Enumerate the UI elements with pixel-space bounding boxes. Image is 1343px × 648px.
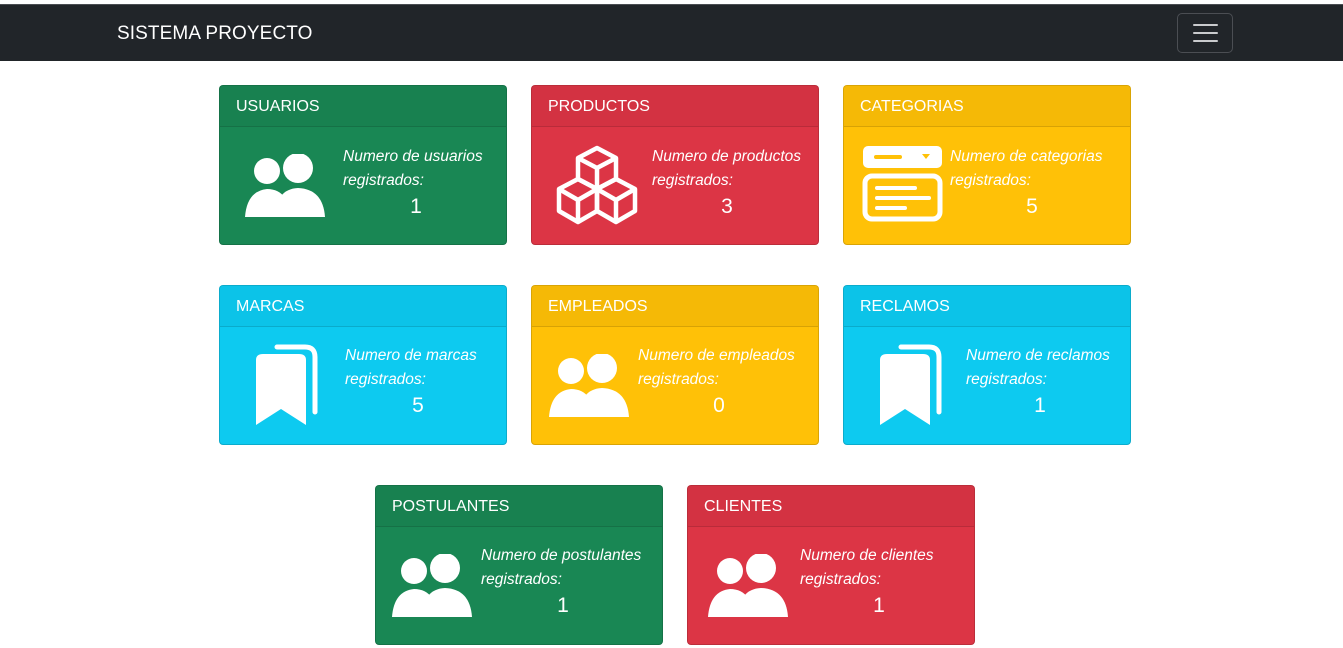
- card-usuarios: USUARIOS Numero de usuarios registrados:…: [219, 85, 507, 245]
- card-marcas: MARCAS Numero de marcas registrados: 5: [219, 285, 507, 445]
- card-postulantes: POSTULANTES Numero de postulantes regist…: [375, 485, 663, 645]
- card-description: Numero de reclamos registrados:: [966, 347, 1110, 388]
- card-count: 0: [713, 394, 725, 417]
- bookmarks-icon: [256, 344, 318, 425]
- card-title: EMPLEADOS: [532, 286, 818, 327]
- card-description: Numero de categorias registrados:: [950, 148, 1103, 189]
- users-icon: [392, 554, 472, 617]
- hamburger-icon: [1192, 32, 1218, 34]
- card-description: Numero de productos registrados:: [652, 148, 802, 189]
- card-description: Numero de empleados registrados:: [638, 347, 795, 388]
- card-empleados: EMPLEADOS Numero de empleados registrado…: [531, 285, 819, 445]
- boxes-icon: [556, 145, 638, 225]
- card-description: Numero de marcas registrados:: [345, 347, 477, 388]
- card-description: Numero de clientes registrados:: [800, 547, 934, 588]
- card-description: Numero de postulantes registrados:: [481, 547, 642, 588]
- card-count: 1: [410, 195, 422, 218]
- hamburger-icon: [1192, 24, 1218, 26]
- card-title: CATEGORIAS: [844, 86, 1130, 127]
- card-title: USUARIOS: [220, 86, 506, 127]
- card-count: 1: [873, 594, 885, 617]
- card-categorias: CATEGORIAS Numero de categorias registra…: [843, 85, 1131, 245]
- card-count: 5: [1026, 195, 1038, 218]
- card-clientes: CLIENTES Numero de clientes registrados:…: [687, 485, 975, 645]
- navbar-brand[interactable]: SISTEMA PROYECTO: [117, 5, 313, 62]
- users-icon: [245, 154, 325, 217]
- card-count: 3: [721, 195, 733, 218]
- card-count: 1: [1034, 394, 1046, 417]
- card-reclamos: RECLAMOS Numero de reclamos registrados:…: [843, 285, 1131, 445]
- users-icon: [708, 554, 788, 617]
- bookmarks-icon: [880, 344, 942, 425]
- dropdown-list-icon: [862, 146, 943, 222]
- users-icon: [549, 354, 629, 417]
- card-productos: PRODUCTOS Numero de productos registrado…: [531, 85, 819, 245]
- card-count: 1: [557, 594, 569, 617]
- card-title: RECLAMOS: [844, 286, 1130, 327]
- navbar: SISTEMA PROYECTO: [0, 4, 1343, 61]
- card-title: POSTULANTES: [376, 486, 662, 527]
- hamburger-icon: [1192, 40, 1218, 42]
- card-title: PRODUCTOS: [532, 86, 818, 127]
- card-title: MARCAS: [220, 286, 506, 327]
- card-count: 5: [412, 394, 424, 417]
- card-title: CLIENTES: [688, 486, 974, 527]
- card-description: Numero de usuarios registrados:: [343, 148, 483, 189]
- navbar-toggle-button[interactable]: [1177, 13, 1233, 53]
